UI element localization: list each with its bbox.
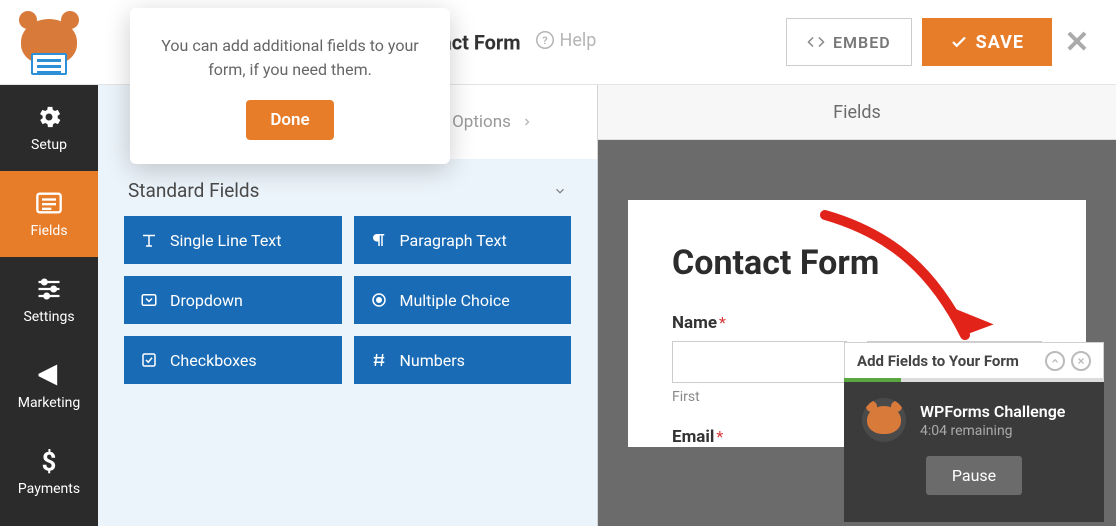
field-label: Checkboxes (170, 351, 257, 370)
field-numbers[interactable]: Numbers (354, 336, 572, 384)
field-paragraph-text[interactable]: Paragraph Text (354, 216, 572, 264)
form-title: Contact Form (672, 244, 1042, 283)
code-icon (807, 33, 825, 51)
paragraph-icon (370, 231, 388, 249)
topbar-actions: EMBED SAVE ✕ (786, 18, 1116, 66)
email-label: Email (672, 427, 714, 447)
challenge-collapse-button[interactable] (1045, 351, 1065, 371)
field-label: Numbers (400, 351, 465, 370)
first-sublabel: First (672, 389, 847, 405)
challenge-widget: WPForms Challenge 4:04 remaining Pause (844, 382, 1104, 522)
required-asterisk: * (716, 427, 723, 446)
nav-marketing-label: Marketing (18, 395, 81, 411)
chevron-right-icon (521, 116, 533, 128)
nav-settings[interactable]: Settings (0, 257, 98, 343)
embed-label: EMBED (833, 33, 891, 52)
name-label: Name (672, 313, 717, 333)
hash-icon (370, 351, 388, 369)
help-label: Help (560, 30, 597, 51)
help-icon: ? (536, 31, 554, 49)
preview-head-label: Fields (833, 102, 881, 123)
required-asterisk: * (719, 313, 726, 332)
nav-fields[interactable]: Fields (0, 171, 98, 257)
gear-icon (35, 103, 63, 131)
chevron-up-icon (1050, 356, 1060, 366)
radio-icon (370, 291, 388, 309)
field-label: Multiple Choice (400, 291, 510, 310)
megaphone-icon (35, 361, 63, 389)
dropdown-icon (140, 291, 158, 309)
save-button[interactable]: SAVE (922, 18, 1052, 66)
tooltip-text: You can add additional fields to your fo… (158, 34, 422, 82)
section-label: Standard Fields (128, 179, 259, 202)
field-dropdown[interactable]: Dropdown (124, 276, 342, 324)
tooltip-done-button[interactable]: Done (246, 100, 333, 140)
text-icon (140, 231, 158, 249)
challenge-pause-button[interactable]: Pause (926, 456, 1022, 495)
preview-head: Fields (598, 85, 1116, 140)
challenge-title: WPForms Challenge (920, 402, 1065, 421)
field-single-line-text[interactable]: Single Line Text (124, 216, 342, 264)
list-icon (35, 189, 63, 217)
section-standard-fields[interactable]: Standard Fields (98, 159, 597, 216)
challenge-strip: Add Fields to Your Form (844, 342, 1104, 378)
nav-settings-label: Settings (23, 309, 74, 325)
challenge-step-title: Add Fields to Your Form (857, 352, 1019, 370)
first-name-input[interactable] (672, 341, 847, 383)
check-icon (950, 33, 968, 51)
nav-marketing[interactable]: Marketing (0, 343, 98, 429)
field-checkboxes[interactable]: Checkboxes (124, 336, 342, 384)
embed-button[interactable]: EMBED (786, 18, 912, 66)
nav-setup[interactable]: Setup (0, 85, 98, 171)
checkbox-icon (140, 351, 158, 369)
field-multiple-choice[interactable]: Multiple Choice (354, 276, 572, 324)
nav-payments[interactable]: $ Payments (0, 429, 98, 515)
field-grid: Single Line Text Paragraph Text Dropdown… (98, 216, 597, 384)
wpforms-logo (0, 0, 98, 85)
close-button[interactable]: ✕ (1062, 27, 1092, 57)
chevron-down-icon (553, 184, 567, 198)
nav-payments-label: Payments (18, 481, 80, 497)
challenge-close-button[interactable] (1071, 351, 1091, 371)
close-icon (1076, 356, 1086, 366)
nav-setup-label: Setup (31, 137, 67, 153)
field-label: Paragraph Text (400, 231, 507, 250)
sliders-icon (35, 275, 63, 303)
challenge-avatar (862, 398, 906, 442)
dollar-icon: $ (35, 447, 63, 475)
field-label: Single Line Text (170, 231, 281, 250)
help-link[interactable]: ? Help (536, 30, 597, 51)
save-label: SAVE (976, 32, 1024, 53)
add-fields-tooltip: You can add additional fields to your fo… (130, 8, 450, 164)
challenge-remaining: 4:04 remaining (920, 423, 1065, 439)
svg-text:$: $ (42, 447, 57, 475)
nav-fields-label: Fields (30, 223, 67, 239)
left-nav: Setup Fields Settings Marketing $ Paymen… (0, 85, 98, 526)
svg-text:?: ? (542, 34, 547, 47)
field-label: Dropdown (170, 291, 243, 310)
